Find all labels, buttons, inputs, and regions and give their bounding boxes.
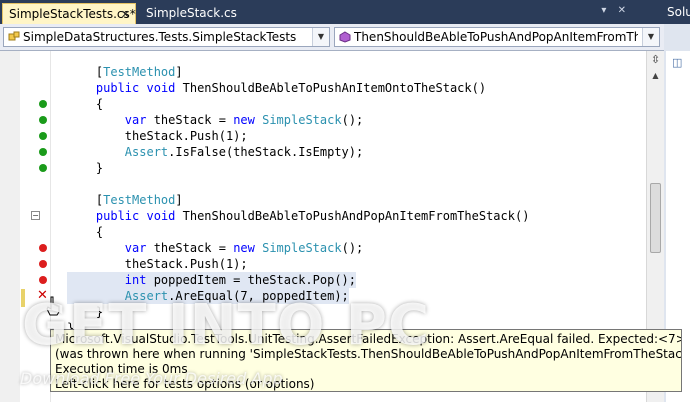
chevron-down-icon[interactable]: ▼: [642, 28, 659, 46]
properties-icon[interactable]: ◫: [672, 57, 686, 69]
tab-simplestack[interactable]: SimpleStack.cs: [140, 3, 240, 24]
code-text[interactable]: var theStack = new SimpleStack();: [67, 240, 363, 256]
type-selector[interactable]: SimpleDataStructures.Tests.SimpleStackTe…: [3, 27, 330, 47]
code-line[interactable]: theStack.Push(1);: [0, 256, 646, 272]
code-text[interactable]: }: [67, 160, 103, 176]
member-selector[interactable]: ThenShouldBeAbleToPushAndPopAnItemFromTh…: [334, 27, 660, 47]
test-pass-icon[interactable]: [39, 116, 47, 124]
code-text[interactable]: public void ThenShouldBeAbleToPushAnItem…: [67, 80, 486, 96]
code-line[interactable]: {: [0, 224, 646, 240]
test-fail-icon[interactable]: [39, 260, 47, 268]
code-line[interactable]: [TestMethod]: [0, 64, 646, 80]
window-buttons: ▾ ✕: [593, 5, 626, 16]
code-text[interactable]: var theStack = new SimpleStack();: [67, 112, 363, 128]
member-selector-value: ThenShouldBeAbleToPushAndPopAnItemFromTh…: [354, 30, 638, 44]
split-view-icon[interactable]: ⇳: [649, 53, 662, 66]
test-pass-icon[interactable]: [39, 148, 47, 156]
code-line[interactable]: {: [0, 96, 646, 112]
code-line[interactable]: − public void ThenShouldBeAbleToPushAndP…: [0, 208, 646, 224]
code-line[interactable]: }: [0, 160, 646, 176]
code-text[interactable]: Assert.IsFalse(theStack.IsEmpty);: [67, 144, 363, 160]
tab-simplestacktests[interactable]: SimpleStackTests.cs* ✕: [2, 3, 136, 24]
code-text[interactable]: [TestMethod]: [67, 64, 183, 80]
code-text[interactable]: [TestMethod]: [67, 192, 183, 208]
watermark: GET INTO PC: [22, 293, 431, 358]
code-text[interactable]: theStack.Push(1);: [67, 256, 248, 272]
code-text[interactable]: {: [67, 96, 103, 112]
test-pass-icon[interactable]: [39, 100, 47, 108]
type-selector-value: SimpleDataStructures.Tests.SimpleStackTe…: [23, 30, 297, 44]
class-icon: [8, 31, 20, 41]
dropdown-icon[interactable]: ▾: [601, 5, 606, 16]
test-pass-icon[interactable]: [39, 164, 47, 172]
test-pass-icon[interactable]: [39, 132, 47, 140]
code-line[interactable]: [TestMethod]: [0, 192, 646, 208]
tab-label: SimpleStack.cs: [146, 6, 237, 20]
code-text[interactable]: public void ThenShouldBeAbleToPushAndPop…: [67, 208, 530, 224]
test-fail-icon[interactable]: [39, 276, 47, 284]
code-line[interactable]: theStack.Push(1);: [0, 128, 646, 144]
code-line[interactable]: Assert.IsFalse(theStack.IsEmpty);: [0, 144, 646, 160]
navigation-bar: SimpleDataStructures.Tests.SimpleStackTe…: [0, 24, 664, 51]
code-text[interactable]: int poppedItem = theStack.Pop();: [67, 272, 356, 288]
scroll-up-icon[interactable]: ▲: [650, 71, 661, 81]
code-line[interactable]: var theStack = new SimpleStack();: [0, 112, 646, 128]
code-line[interactable]: var theStack = new SimpleStack();: [0, 240, 646, 256]
collapse-icon[interactable]: −: [31, 211, 40, 220]
scroll-thumb[interactable]: [650, 183, 661, 253]
code-text[interactable]: theStack.Push(1);: [67, 128, 248, 144]
code-text[interactable]: {: [67, 224, 103, 240]
chevron-down-icon[interactable]: ▼: [312, 28, 329, 46]
tab-label: SimpleStackTests.cs*: [9, 7, 136, 21]
code-line[interactable]: int poppedItem = theStack.Pop();: [0, 272, 646, 288]
test-fail-icon[interactable]: [39, 244, 47, 252]
close-window-icon[interactable]: ✕: [618, 5, 626, 16]
method-icon: [339, 31, 351, 43]
watermark-subtitle: Download Free Your Desired App: [20, 369, 283, 388]
close-icon[interactable]: ✕: [121, 4, 130, 25]
document-tab-strip: SimpleStackTests.cs* ✕ SimpleStack.cs ▾ …: [0, 0, 664, 24]
panel-title: Solu: [664, 0, 690, 24]
code-line[interactable]: [0, 176, 646, 192]
code-line[interactable]: public void ThenShouldBeAbleToPushAnItem…: [0, 80, 646, 96]
